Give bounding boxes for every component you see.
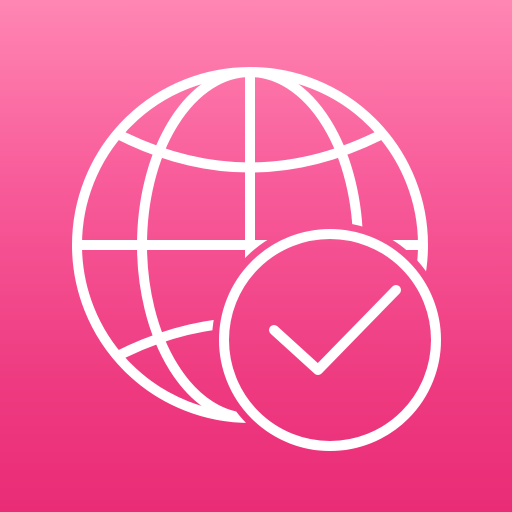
globe-check-glyph bbox=[72, 67, 441, 451]
app-icon[interactable] bbox=[0, 0, 512, 512]
check-badge-icon bbox=[219, 229, 441, 451]
check-badge-circle bbox=[219, 229, 441, 451]
